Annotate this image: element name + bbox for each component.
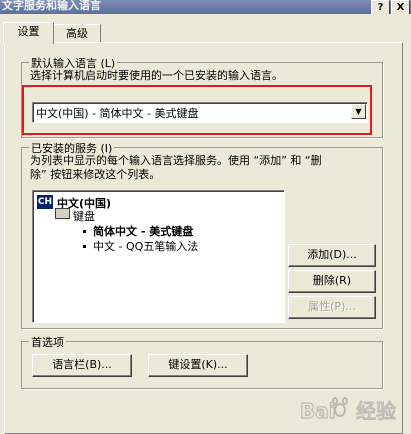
baidu-paw-icon: Bai 经验 (299, 397, 397, 421)
keyboard-icon (55, 208, 70, 219)
tab-settings[interactable]: 设置 (3, 22, 54, 44)
preferences-label: 首选项 (29, 334, 66, 350)
tree-service-item[interactable]: 简体中文 - 美式键盘 (93, 223, 193, 239)
svg-text:经验: 经验 (356, 399, 396, 421)
svg-text:Bai: Bai (300, 399, 336, 421)
language-ch-icon: CH (37, 195, 53, 209)
tab-settings-label: 设置 (17, 25, 40, 38)
watermark-logo: Bai 经验 (296, 394, 411, 421)
tree-keyboard-node[interactable]: 键盘 (73, 208, 95, 224)
services-tree[interactable]: CH 中文(中国) 键盘 简体中文 - 美式键盘 中文 - QQ五笔输入法 (32, 190, 285, 323)
properties-button[interactable]: 属性(P)... (288, 296, 376, 319)
key-settings-button[interactable]: 键设置(K)... (148, 354, 248, 377)
add-button[interactable]: 添加(D)... (288, 244, 376, 267)
close-button[interactable]: X (391, 0, 410, 14)
highlight-annotation (22, 85, 372, 135)
installed-services-description-line2: 除” 按钮来修改这个列表。 (30, 168, 161, 181)
bullet-icon (83, 230, 86, 233)
window-title: 文字服务和输入语言 (2, 0, 101, 12)
bullet-icon (83, 245, 86, 248)
remove-button[interactable]: 删除(R) (288, 270, 376, 293)
tab-advanced[interactable]: 高级 (53, 24, 101, 43)
title-bar: 文字服务和输入语言 ? X (0, 0, 411, 14)
language-bar-button[interactable]: 语言栏(B)... (32, 354, 132, 377)
default-language-description: 选择计算机启动时要使用的一个已安装的输入语言。 (30, 69, 283, 82)
tree-service-item[interactable]: 中文 - QQ五笔输入法 (93, 238, 198, 254)
tab-advanced-label: 高级 (66, 27, 88, 40)
help-button[interactable]: ? (371, 0, 390, 14)
